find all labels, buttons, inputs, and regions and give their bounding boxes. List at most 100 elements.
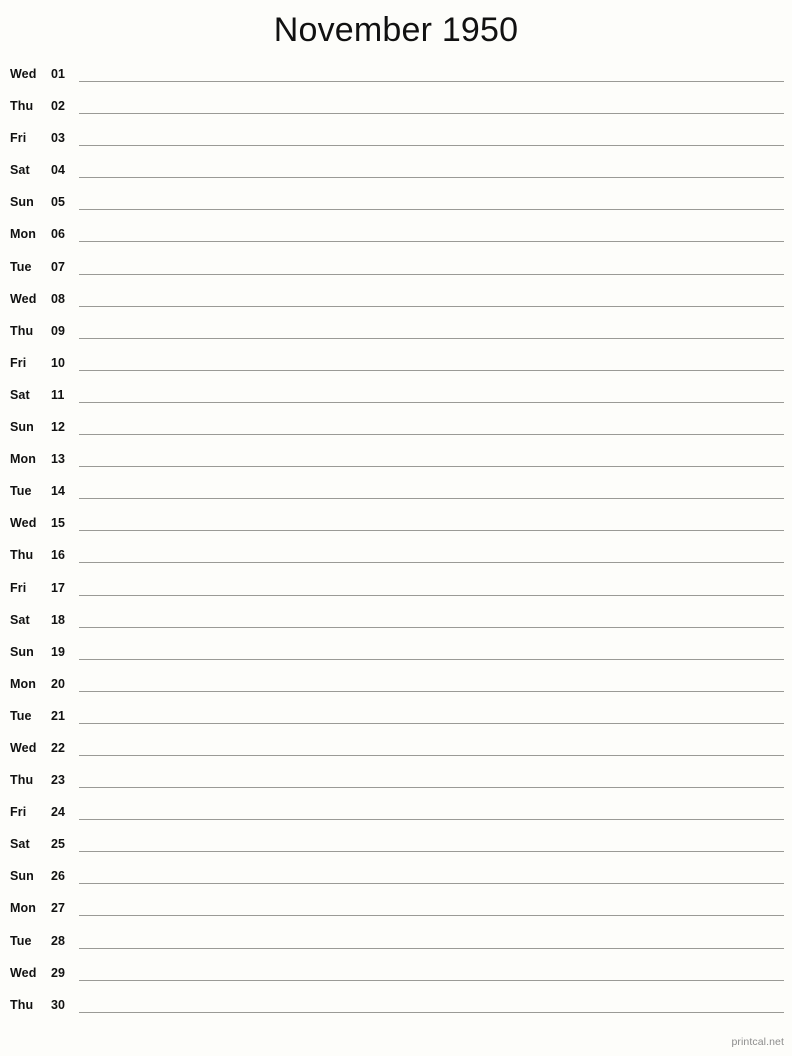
day-row[interactable]: Sat 11 bbox=[0, 381, 792, 413]
day-of-week-label: Sun bbox=[10, 420, 34, 435]
writing-line[interactable] bbox=[79, 851, 784, 853]
day-row[interactable]: Wed 15 bbox=[0, 509, 792, 541]
day-of-week-label: Fri bbox=[10, 131, 27, 146]
day-number-label: 16 bbox=[51, 548, 66, 563]
day-of-week-label: Wed bbox=[10, 516, 37, 531]
day-number-label: 01 bbox=[51, 67, 66, 81]
day-row[interactable]: Tue 28 bbox=[0, 927, 792, 959]
day-of-week-label: Sat bbox=[10, 387, 30, 402]
writing-line[interactable] bbox=[79, 1011, 784, 1013]
day-row[interactable]: Sat 25 bbox=[0, 830, 792, 862]
day-of-week-label: Tue bbox=[10, 484, 32, 499]
day-of-week-label: Mon bbox=[10, 452, 36, 467]
day-of-week-label: Sun bbox=[10, 869, 34, 884]
writing-line[interactable] bbox=[79, 209, 784, 211]
writing-line[interactable] bbox=[79, 177, 784, 179]
writing-line[interactable] bbox=[79, 466, 784, 468]
day-number-label: 23 bbox=[51, 773, 66, 788]
day-of-week-label: Thu bbox=[10, 323, 34, 338]
writing-line[interactable] bbox=[79, 434, 784, 436]
day-row[interactable]: Wed 22 bbox=[0, 734, 792, 766]
writing-line[interactable] bbox=[79, 498, 784, 500]
day-row[interactable]: Sun 12 bbox=[0, 413, 792, 445]
day-number-label: 14 bbox=[51, 484, 66, 499]
writing-line[interactable] bbox=[79, 722, 784, 724]
day-row[interactable]: Sun 26 bbox=[0, 862, 792, 894]
day-row[interactable]: Wed 08 bbox=[0, 285, 792, 317]
day-row[interactable]: Fri 03 bbox=[0, 124, 792, 156]
day-number-label: 02 bbox=[51, 99, 66, 114]
day-of-week-label: Thu bbox=[10, 997, 34, 1012]
writing-line[interactable] bbox=[79, 305, 784, 307]
day-of-week-label: Fri bbox=[10, 805, 27, 820]
writing-line[interactable] bbox=[79, 754, 784, 756]
writing-line[interactable] bbox=[79, 369, 784, 371]
day-number-label: 09 bbox=[51, 323, 66, 338]
day-number-label: 21 bbox=[51, 708, 66, 723]
writing-line[interactable] bbox=[79, 81, 784, 82]
day-row[interactable]: Sat 04 bbox=[0, 156, 792, 188]
writing-line[interactable] bbox=[79, 658, 784, 660]
day-row[interactable]: Mon 13 bbox=[0, 445, 792, 477]
day-row[interactable]: Sun 05 bbox=[0, 188, 792, 220]
day-row[interactable]: Sat 18 bbox=[0, 606, 792, 638]
day-row[interactable]: Wed 01 bbox=[0, 60, 792, 92]
writing-line[interactable] bbox=[79, 401, 784, 403]
day-row[interactable]: Mon 06 bbox=[0, 220, 792, 252]
writing-line[interactable] bbox=[79, 979, 784, 981]
day-number-label: 19 bbox=[51, 644, 66, 659]
writing-line[interactable] bbox=[79, 626, 784, 628]
writing-line[interactable] bbox=[79, 273, 784, 275]
day-number-label: 17 bbox=[51, 580, 66, 595]
day-row[interactable]: Thu 02 bbox=[0, 92, 792, 124]
writing-line[interactable] bbox=[79, 690, 784, 692]
writing-line[interactable] bbox=[79, 337, 784, 339]
day-number-label: 28 bbox=[51, 933, 66, 948]
day-number-label: 27 bbox=[51, 901, 66, 916]
writing-line[interactable] bbox=[79, 819, 784, 821]
day-of-week-label: Mon bbox=[10, 227, 36, 242]
writing-line[interactable] bbox=[79, 947, 784, 949]
day-row[interactable]: Sun 19 bbox=[0, 638, 792, 670]
day-row[interactable]: Thu 30 bbox=[0, 991, 792, 1023]
day-row[interactable]: Thu 23 bbox=[0, 766, 792, 798]
day-of-week-label: Wed bbox=[10, 291, 37, 306]
day-of-week-label: Sat bbox=[10, 163, 30, 178]
writing-line[interactable] bbox=[79, 594, 784, 596]
writing-line[interactable] bbox=[79, 145, 784, 147]
day-row[interactable]: Tue 14 bbox=[0, 477, 792, 509]
day-row[interactable]: Fri 17 bbox=[0, 574, 792, 606]
page-title: November 1950 bbox=[273, 11, 519, 49]
day-of-week-label: Fri bbox=[10, 580, 27, 595]
day-number-label: 25 bbox=[51, 837, 66, 852]
writing-line[interactable] bbox=[79, 530, 784, 532]
writing-line[interactable] bbox=[79, 562, 784, 564]
day-number-label: 07 bbox=[51, 259, 66, 274]
day-number-label: 18 bbox=[51, 612, 66, 627]
day-row[interactable]: Fri 24 bbox=[0, 798, 792, 830]
day-row[interactable]: Fri 10 bbox=[0, 349, 792, 381]
writing-line[interactable] bbox=[79, 113, 784, 115]
day-row[interactable]: Mon 27 bbox=[0, 894, 792, 926]
day-number-label: 13 bbox=[51, 452, 66, 467]
day-number-label: 10 bbox=[51, 355, 66, 370]
writing-line[interactable] bbox=[79, 787, 784, 789]
day-row[interactable]: Tue 07 bbox=[0, 253, 792, 285]
day-of-week-label: Tue bbox=[10, 259, 32, 274]
day-of-week-label: Tue bbox=[10, 708, 32, 723]
day-number-label: 11 bbox=[51, 387, 65, 402]
writing-line[interactable] bbox=[79, 883, 784, 885]
day-number-label: 03 bbox=[51, 131, 66, 146]
day-row[interactable]: Thu 09 bbox=[0, 317, 792, 349]
writing-line[interactable] bbox=[79, 241, 784, 243]
day-row[interactable]: Tue 21 bbox=[0, 702, 792, 734]
day-row[interactable]: Wed 29 bbox=[0, 959, 792, 991]
day-number-label: 06 bbox=[51, 227, 66, 242]
day-number-label: 08 bbox=[51, 291, 66, 306]
day-row[interactable]: Mon 20 bbox=[0, 670, 792, 702]
writing-line[interactable] bbox=[79, 915, 784, 917]
day-of-week-label: Wed bbox=[10, 965, 37, 980]
day-number-label: 12 bbox=[51, 420, 66, 435]
day-row[interactable]: Thu 16 bbox=[0, 541, 792, 573]
day-of-week-label: Mon bbox=[10, 901, 36, 916]
